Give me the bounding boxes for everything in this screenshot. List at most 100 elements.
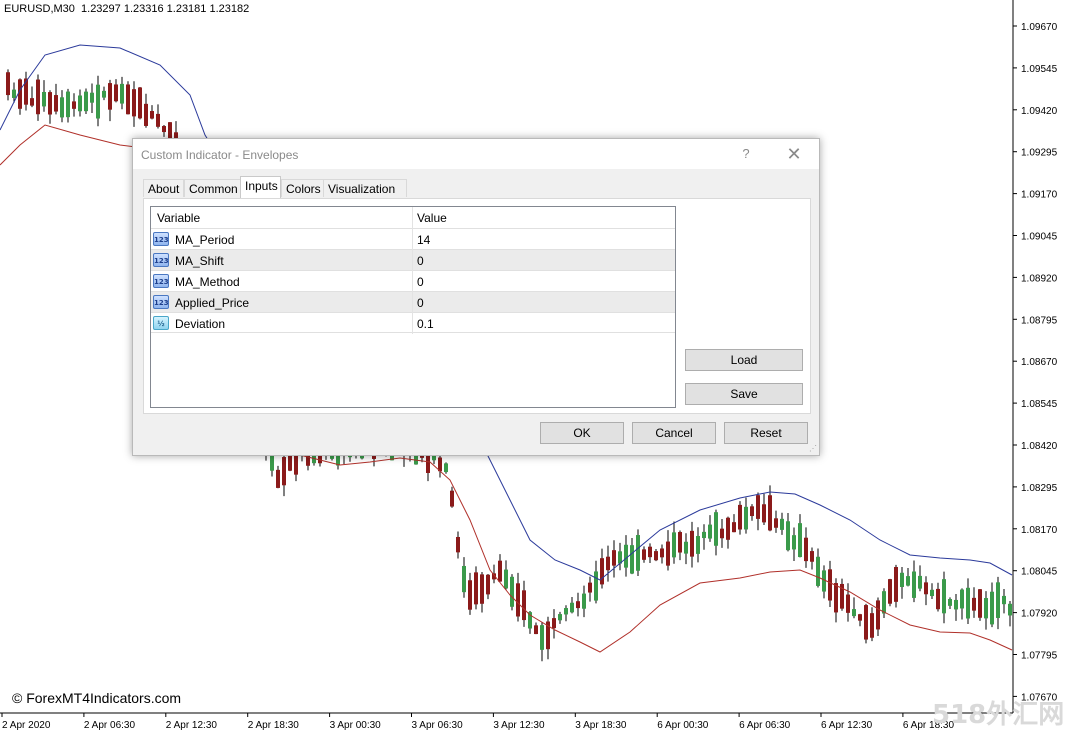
candle-body	[66, 91, 70, 118]
table-row[interactable]: ½ Deviation 0.1	[151, 312, 675, 333]
reset-button[interactable]: Reset	[724, 422, 808, 444]
price-tick-label: 1.07920	[1021, 609, 1058, 620]
dialog-title: Custom Indicator - Envelopes	[141, 148, 299, 162]
tab-colors[interactable]: Colors	[281, 179, 324, 197]
variable-value[interactable]: 14	[417, 233, 430, 247]
time-tick-label: 6 Apr 06:30	[739, 720, 791, 731]
candle-body	[810, 551, 814, 562]
tab-inputs[interactable]: Inputs	[240, 176, 281, 198]
candle-body	[648, 546, 652, 558]
candle-body	[12, 89, 16, 98]
tab-visualization[interactable]: Visualization	[323, 179, 407, 197]
tab-about[interactable]: About	[143, 179, 184, 197]
price-tick-label: 1.07795	[1021, 651, 1058, 662]
candle-body	[582, 593, 586, 609]
inputs-grid[interactable]: Variable Value 123 MA_Period 14 123 MA_S…	[150, 206, 676, 408]
column-divider[interactable]	[412, 207, 413, 334]
candle-body	[678, 532, 682, 553]
candle-body	[912, 571, 916, 598]
candle-body	[444, 463, 448, 473]
candle-body	[882, 591, 886, 614]
candle-body	[642, 549, 646, 560]
cancel-button[interactable]: Cancel	[632, 422, 716, 444]
close-icon[interactable]: ✕	[783, 144, 805, 164]
candle-body	[936, 588, 940, 610]
candle-body	[36, 79, 40, 115]
variable-value[interactable]: 0	[417, 296, 424, 310]
column-header-variable[interactable]: Variable	[157, 211, 200, 225]
table-row[interactable]: 123 MA_Method 0	[151, 270, 675, 291]
candle-body	[768, 495, 772, 531]
price-tick-label: 1.08170	[1021, 525, 1058, 536]
ok-button[interactable]: OK	[540, 422, 624, 444]
candle-body	[552, 618, 556, 629]
variable-value[interactable]: 0	[417, 275, 424, 289]
candle-body	[996, 582, 1000, 618]
candle-body	[666, 541, 670, 566]
candle-body	[156, 113, 160, 127]
integer-type-icon: 123	[153, 274, 169, 288]
candle-body	[96, 84, 100, 119]
candle-body	[750, 506, 754, 517]
time-axis: 2 Apr 2020 2 Apr 06:30 2 Apr 12:30 2 Apr 18…	[1, 713, 954, 731]
dialog-titlebar[interactable]: Custom Indicator - Envelopes ? ✕	[133, 139, 819, 169]
price-tick-label: 1.08545	[1021, 399, 1058, 410]
price-axis: 1.09670 1.09545 1.09420 1.09295 1.09170 1.090…	[1013, 22, 1058, 703]
candle-body	[1008, 603, 1012, 616]
candle-body	[540, 625, 544, 650]
tab-common[interactable]: Common	[184, 179, 241, 197]
candle-body	[702, 531, 706, 539]
candle-body	[606, 556, 610, 571]
custom-indicator-dialog: Custom Indicator - Envelopes ? ✕ About C…	[132, 138, 820, 456]
price-tick-label: 1.08295	[1021, 483, 1058, 494]
candle-body	[804, 537, 808, 562]
candle-body	[30, 98, 34, 106]
candle-body	[864, 605, 868, 640]
candle-body	[624, 544, 628, 568]
table-row[interactable]: 123 MA_Shift 0	[151, 249, 675, 270]
candle-body	[570, 602, 574, 613]
candle-body	[726, 517, 730, 540]
candle-body	[576, 601, 580, 609]
candle-body	[918, 575, 922, 589]
candle-body	[558, 614, 562, 621]
time-tick-label: 6 Apr 12:30	[821, 720, 873, 731]
save-button[interactable]: Save	[685, 383, 803, 405]
variable-value[interactable]: 0.1	[417, 317, 434, 331]
candle-body	[876, 600, 880, 630]
candle-body	[486, 574, 490, 595]
candle-body	[966, 587, 970, 619]
variable-name: MA_Period	[175, 233, 235, 247]
candle-body	[510, 576, 514, 607]
candle-body	[54, 95, 58, 112]
candle-body	[828, 569, 832, 601]
time-tick-label: 2 Apr 12:30	[166, 720, 218, 731]
variable-value[interactable]: 0	[417, 254, 424, 268]
candle-body	[276, 469, 280, 488]
candle-body	[138, 87, 142, 119]
candle-body	[594, 571, 598, 601]
resize-grip-icon[interactable]: ⋰	[809, 445, 817, 453]
integer-type-icon: 123	[153, 253, 169, 267]
integer-type-icon: 123	[153, 295, 169, 309]
candle-body	[60, 97, 64, 118]
candle-body	[654, 551, 658, 561]
candle-body	[630, 545, 634, 574]
candle-body	[738, 504, 742, 530]
time-tick-label: 2 Apr 18:30	[248, 720, 300, 731]
column-header-value[interactable]: Value	[417, 211, 447, 225]
candle-body	[762, 504, 766, 523]
price-tick-label: 1.09170	[1021, 190, 1058, 201]
candle-body	[780, 518, 784, 530]
table-row[interactable]: 123 Applied_Price 0	[151, 291, 675, 312]
load-button[interactable]: Load	[685, 349, 803, 371]
candle-body	[72, 101, 76, 109]
help-icon[interactable]: ?	[739, 146, 753, 162]
candle-body	[102, 90, 106, 98]
candle-body	[684, 541, 688, 554]
candle-body	[672, 532, 676, 558]
table-row[interactable]: 123 MA_Period 14	[151, 228, 675, 249]
variable-name: Applied_Price	[175, 296, 250, 310]
candle-body	[816, 556, 820, 586]
candle-body	[468, 580, 472, 610]
